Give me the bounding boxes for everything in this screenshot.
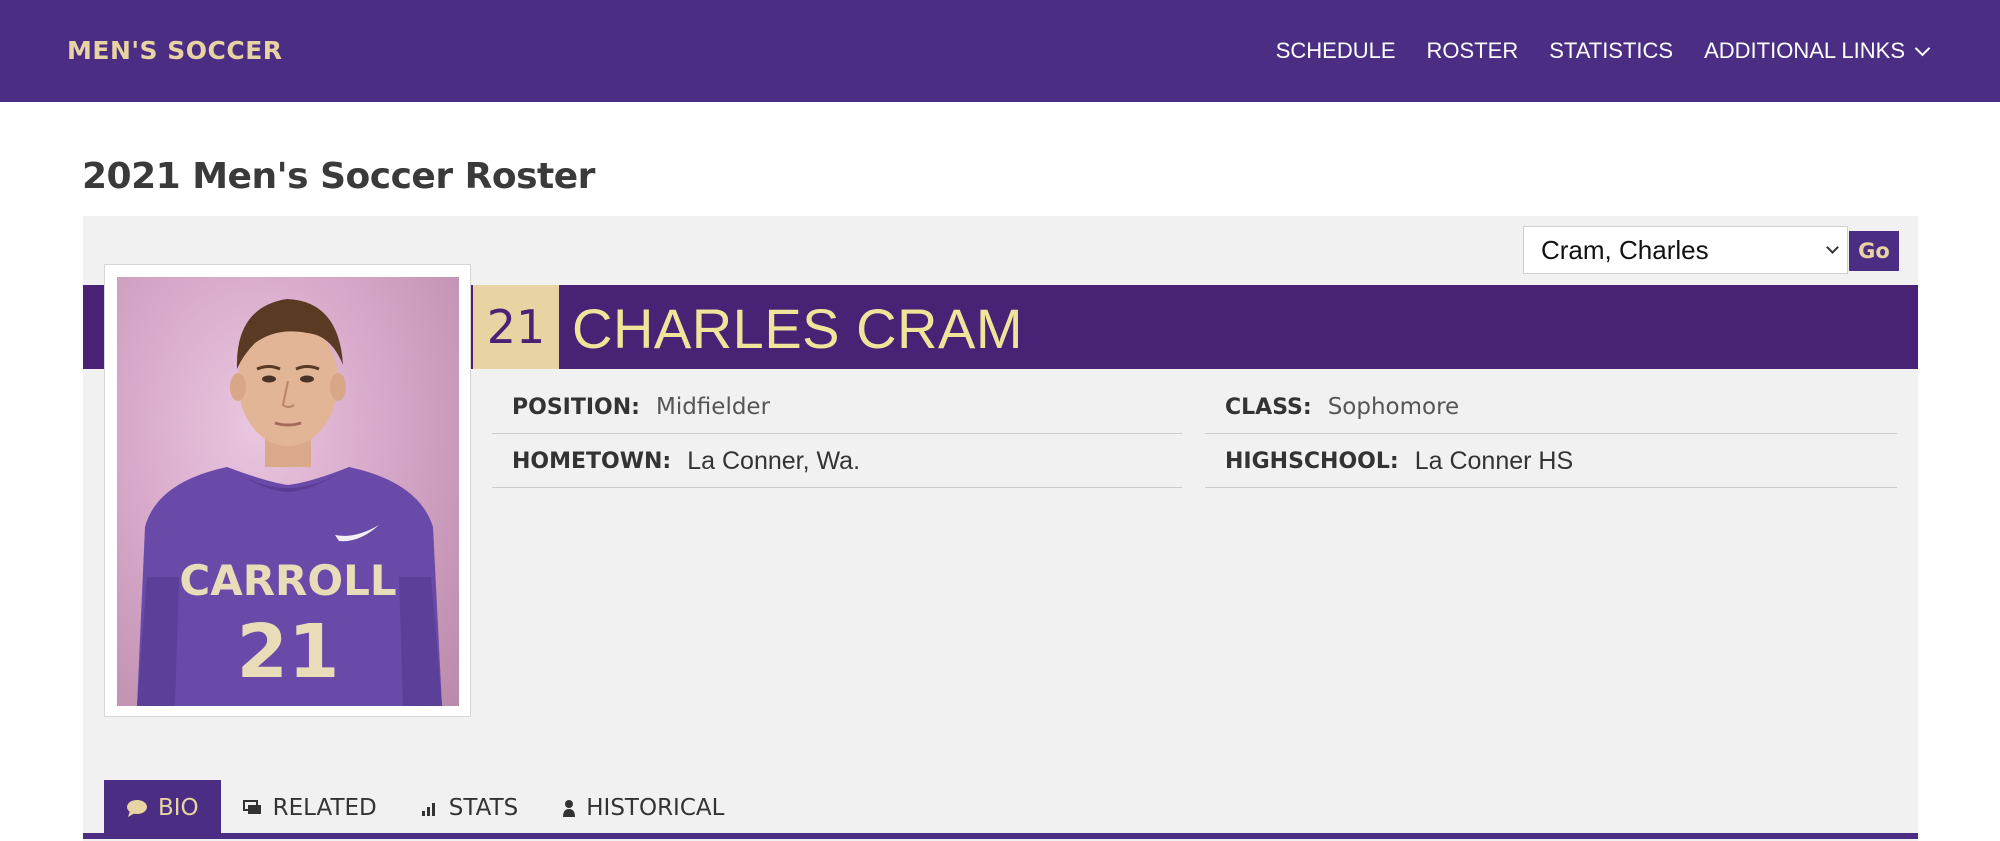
site-brand[interactable]: MEN'S SOCCER [67,36,283,65]
nav-schedule[interactable]: SCHEDULE [1276,38,1396,64]
tab-related[interactable]: RELATED [221,780,399,836]
hometown-label: HOMETOWN: [512,448,672,474]
tab-historical[interactable]: HISTORICAL [540,780,746,836]
nav-roster-label: ROSTER [1426,38,1519,63]
nav-schedule-label: SCHEDULE [1275,38,1396,63]
nav-roster[interactable]: ROSTER [1427,38,1519,64]
detail-hometown: HOMETOWN: La Conner, Wa. [492,435,1182,488]
player-select-dropdown[interactable]: Cram, Charles [1523,226,1848,274]
tab-bio-label: BIO [158,795,199,821]
page-title: 2021 Men's Soccer Roster [82,156,595,197]
nav-additional-links-label: ADDITIONAL LINKS [1704,38,1905,63]
detail-position: POSITION: Midfielder [492,381,1182,434]
tab-underline [83,833,1918,839]
top-navigation-bar: MEN'S SOCCER SCHEDULE ROSTER STATISTICS … [0,0,2000,102]
class-label: CLASS: [1225,394,1312,420]
nav-statistics-label: STATISTICS [1549,38,1674,63]
class-value: Sophomore [1327,394,1460,420]
jersey-text: CARROLL [179,556,396,605]
player-name: CHARLES CRAM [572,297,1023,360]
chevron-down-icon [1826,241,1839,254]
highschool-value: La Conner HS [1414,446,1574,475]
highschool-label: HIGHSCHOOL: [1225,448,1399,474]
detail-class: CLASS: Sophomore [1205,381,1897,434]
person-icon [562,799,576,817]
player-select-value: Cram, Charles [1541,234,1709,265]
player-number: 21 [473,285,559,369]
nav-statistics[interactable]: STATISTICS [1549,38,1673,64]
tab-historical-label: HISTORICAL [586,795,725,821]
player-tabs: BIO RELATED STATS HISTORICAL [104,780,746,836]
jersey-number: 21 [237,609,340,695]
hometown-value: La Conner, Wa. [687,446,861,475]
bar-chart-icon [421,800,439,816]
player-photo: CARROLL 21 [117,277,459,706]
position-label: POSITION: [512,394,640,420]
tab-stats-label: STATS [448,795,519,821]
position-value: Midfielder [655,394,771,420]
detail-highschool: HIGHSCHOOL: La Conner HS [1205,435,1897,488]
go-button[interactable]: Go [1849,231,1899,271]
speech-bubble-icon [126,799,148,817]
chevron-down-icon [1914,40,1931,56]
main-nav: SCHEDULE ROSTER STATISTICS ADDITIONAL LI… [1276,38,1931,64]
tab-bio[interactable]: BIO [104,780,221,836]
player-photo-frame: CARROLL 21 [104,264,471,717]
nav-additional-links[interactable]: ADDITIONAL LINKS [1704,38,1931,64]
related-icon [242,800,263,816]
player-portrait-image: CARROLL 21 [137,299,442,706]
tab-stats[interactable]: STATS [399,780,540,836]
tab-related-label: RELATED [272,795,377,821]
